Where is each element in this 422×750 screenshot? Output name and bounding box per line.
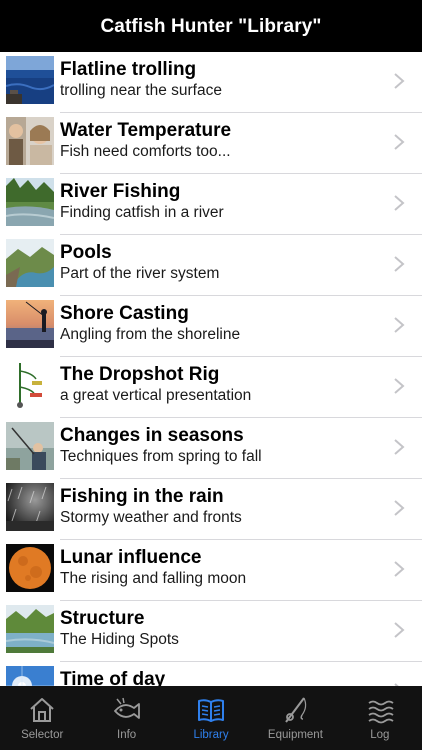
list-item[interactable]: Time of day: [0, 662, 422, 686]
chevron-right-icon: [394, 195, 405, 211]
thumbnail-rain-image: [6, 483, 54, 531]
fishing-rod-icon: [285, 697, 307, 723]
row-subtitle: Stormy weather and fronts: [60, 509, 242, 526]
tab-label: Library: [193, 729, 229, 741]
chevron-right-icon: [394, 256, 405, 272]
row-subtitle: The Hiding Spots: [60, 631, 179, 648]
tab-selector[interactable]: Selector: [0, 686, 84, 750]
row-subtitle: trolling near the surface: [60, 82, 222, 99]
chevron-right-icon: [394, 73, 405, 89]
row-subtitle: Techniques from spring to fall: [60, 448, 262, 465]
tab-log[interactable]: Log: [338, 686, 422, 750]
app-window: Catfish Hunter "Library" Flatline trolli…: [0, 0, 422, 750]
thumbnail-people-image: [6, 117, 54, 165]
row-title: Flatline trolling: [60, 59, 197, 80]
tab-label: Info: [117, 729, 137, 741]
list-item[interactable]: Shore Casting Angling from the shoreline: [0, 296, 422, 357]
row-title: Lunar influence: [60, 547, 202, 568]
list-item[interactable]: Pools Part of the river system: [0, 235, 422, 296]
row-title: Fishing in the rain: [60, 486, 224, 507]
row-subtitle: Finding catfish in a river: [60, 204, 224, 221]
list-item[interactable]: Flatline trolling trolling near the surf…: [0, 52, 422, 113]
list-item[interactable]: Lunar influence The rising and falling m…: [0, 540, 422, 601]
row-title: River Fishing: [60, 181, 181, 202]
thumbnail-moon-image: [6, 544, 54, 592]
waves-log-icon: [368, 700, 394, 724]
thumbnail-structure-lake-image: [6, 605, 54, 653]
list-item[interactable]: Changes in seasons Techniques from sprin…: [0, 418, 422, 479]
chevron-right-icon: [394, 317, 405, 333]
tab-info[interactable]: Info: [84, 686, 168, 750]
chevron-right-icon: [394, 561, 405, 577]
page-title: Catfish Hunter "Library": [100, 15, 322, 37]
house-icon: [30, 698, 54, 722]
row-subtitle: Fish need comforts too...: [60, 143, 231, 160]
thumbnail-rig-diagram-image: [6, 361, 54, 409]
thumbnail-ocean-boat-image: [6, 56, 54, 104]
thumbnail-sky-sun-image: [6, 666, 54, 686]
thumbnail-river-forest-image: [6, 178, 54, 226]
row-title: The Dropshot Rig: [60, 364, 220, 385]
thumbnail-angler-season-image: [6, 422, 54, 470]
list-item[interactable]: Structure The Hiding Spots: [0, 601, 422, 662]
fish-info-icon: [113, 697, 140, 719]
row-subtitle: Angling from the shoreline: [60, 326, 241, 343]
list-item[interactable]: The Dropshot Rig a great vertical presen…: [0, 357, 422, 418]
chevron-right-icon: [394, 439, 405, 455]
navigation-bar: Catfish Hunter "Library": [0, 0, 422, 52]
tab-label: Equipment: [267, 729, 323, 741]
book-icon: [198, 699, 225, 722]
list-item[interactable]: Fishing in the rain Stormy weather and f…: [0, 479, 422, 540]
row-title: Pools: [60, 242, 112, 263]
thumbnail-river-pool-image: [6, 239, 54, 287]
tab-equipment[interactable]: Equipment: [253, 686, 337, 750]
chevron-right-icon: [394, 134, 405, 150]
row-subtitle: a great vertical presentation: [60, 387, 252, 404]
tab-label: Log: [370, 729, 390, 741]
thumbnail-sunset-angler-image: [6, 300, 54, 348]
chevron-right-icon: [394, 622, 405, 638]
row-title: Time of day: [60, 669, 166, 686]
row-subtitle: Part of the river system: [60, 265, 220, 282]
chevron-right-icon: [394, 378, 405, 394]
chevron-right-icon: [394, 500, 405, 516]
row-title: Structure: [60, 608, 145, 629]
list-item[interactable]: Water Temperature Fish need comforts too…: [0, 113, 422, 174]
row-title: Water Temperature: [60, 120, 232, 141]
tab-label: Selector: [21, 729, 64, 741]
row-title: Changes in seasons: [60, 425, 244, 446]
tab-bar: Selector Info Library Equipment Log: [0, 686, 422, 750]
row-title: Shore Casting: [60, 303, 189, 324]
row-subtitle: The rising and falling moon: [60, 570, 247, 587]
library-list[interactable]: Flatline trolling trolling near the surf…: [0, 52, 422, 686]
list-item[interactable]: River Fishing Finding catfish in a river: [0, 174, 422, 235]
tab-library[interactable]: Library: [169, 686, 253, 750]
